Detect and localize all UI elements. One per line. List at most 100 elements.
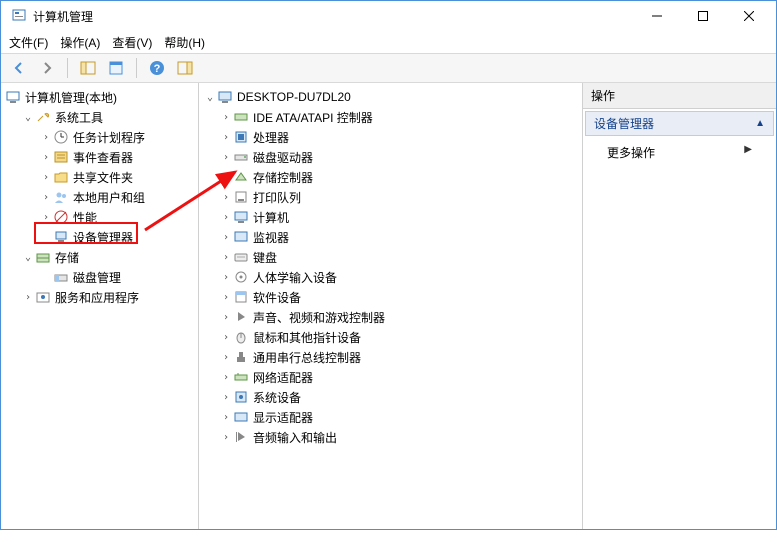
- device-category-label: 通用串行总线控制器: [253, 349, 361, 366]
- device-category[interactable]: ›人体学输入设备: [201, 267, 580, 287]
- tree-storage[interactable]: 存储: [55, 249, 79, 266]
- expand-icon[interactable]: ›: [219, 152, 233, 163]
- computer-mgmt-icon: [5, 89, 21, 105]
- tree-root[interactable]: 计算机管理(本地): [25, 89, 117, 106]
- expand-icon[interactable]: ›: [219, 112, 233, 123]
- expand-icon[interactable]: ›: [219, 372, 233, 383]
- device-category[interactable]: ›显示适配器: [201, 407, 580, 427]
- device-category[interactable]: › 软件设备: [201, 287, 580, 307]
- users-icon: [53, 189, 69, 205]
- task-scheduler-icon: [53, 129, 69, 145]
- minimize-button[interactable]: [634, 1, 680, 31]
- device-category-icon: [233, 349, 249, 365]
- expand-icon[interactable]: ›: [219, 132, 233, 143]
- tree-task-scheduler[interactable]: 任务计划程序: [73, 129, 145, 146]
- chevron-right-icon: ▶: [744, 144, 752, 155]
- tree-local-users[interactable]: 本地用户和组: [73, 189, 145, 206]
- expand-icon[interactable]: ›: [219, 212, 233, 223]
- forward-button[interactable]: [35, 56, 59, 80]
- menu-help[interactable]: 帮助(H): [164, 34, 205, 51]
- menu-file[interactable]: 文件(F): [9, 34, 48, 51]
- close-button[interactable]: [726, 1, 772, 31]
- expand-icon[interactable]: ›: [219, 192, 233, 203]
- expand-icon[interactable]: ›: [219, 172, 233, 183]
- properties-button[interactable]: [104, 56, 128, 80]
- device-category[interactable]: ›网络适配器: [201, 367, 580, 387]
- back-button[interactable]: [7, 56, 31, 80]
- device-category[interactable]: ›存储控制器: [201, 167, 580, 187]
- device-category-icon: [233, 209, 249, 225]
- disk-mgmt-icon: [53, 269, 69, 285]
- expand-icon[interactable]: ⌄: [21, 112, 35, 123]
- device-category[interactable]: › 通用串行总线控制器: [201, 347, 580, 367]
- device-category-icon: [233, 289, 249, 305]
- console-tree[interactable]: 计算机管理(本地) ⌄ 系统工具 › 任务计划程序 › 事件查看器 › 共享文件…: [1, 83, 199, 529]
- more-actions[interactable]: 更多操作 ▶: [583, 138, 776, 167]
- expand-icon[interactable]: ›: [219, 232, 233, 243]
- tree-performance[interactable]: 性能: [73, 209, 97, 226]
- device-category[interactable]: › IDE ATA/ATAPI 控制器: [201, 107, 580, 127]
- device-category-label: 系统设备: [253, 389, 301, 406]
- action-pane-button[interactable]: [173, 56, 197, 80]
- device-category-icon: [233, 169, 249, 185]
- tree-shared-folders[interactable]: 共享文件夹: [73, 169, 133, 186]
- maximize-button[interactable]: [680, 1, 726, 31]
- device-category-icon: [233, 109, 249, 125]
- expand-icon[interactable]: ›: [219, 252, 233, 263]
- expand-icon[interactable]: ›: [219, 332, 233, 343]
- device-category-icon: [233, 269, 249, 285]
- device-category[interactable]: › 音频输入和输出: [201, 427, 580, 447]
- actions-section[interactable]: 设备管理器 ▲: [585, 111, 774, 136]
- menu-action[interactable]: 操作(A): [60, 34, 100, 51]
- device-category[interactable]: › 处理器: [201, 127, 580, 147]
- device-category[interactable]: ›监视器: [201, 227, 580, 247]
- device-category[interactable]: › 键盘: [201, 247, 580, 267]
- menu-view[interactable]: 查看(V): [112, 34, 152, 51]
- device-category-label: 处理器: [253, 129, 289, 146]
- device-category[interactable]: › 系统设备: [201, 387, 580, 407]
- tree-system-tools[interactable]: 系统工具: [55, 109, 103, 126]
- expand-icon[interactable]: ›: [39, 152, 53, 163]
- device-category-label: 音频输入和输出: [253, 429, 337, 446]
- expand-icon[interactable]: ›: [219, 352, 233, 363]
- tree-disk-mgmt[interactable]: 磁盘管理: [73, 269, 121, 286]
- expand-icon[interactable]: ›: [219, 272, 233, 283]
- expand-icon[interactable]: ›: [219, 312, 233, 323]
- device-category-icon: [233, 409, 249, 425]
- device-tree[interactable]: ⌄ DESKTOP-DU7DL20 › IDE ATA/ATAPI 控制器 › 处理器…: [199, 83, 583, 529]
- expand-icon[interactable]: ›: [39, 172, 53, 183]
- window-title: 计算机管理: [33, 8, 634, 25]
- toolbar-separator: [136, 58, 137, 78]
- device-category[interactable]: ›计算机: [201, 207, 580, 227]
- app-icon: [11, 8, 27, 24]
- device-category-label: 软件设备: [253, 289, 301, 306]
- device-category-label: 打印队列: [253, 189, 301, 206]
- expand-icon[interactable]: ›: [39, 212, 53, 223]
- device-category-icon: [233, 389, 249, 405]
- expand-icon[interactable]: ›: [219, 292, 233, 303]
- expand-icon[interactable]: ›: [21, 292, 35, 303]
- expand-icon[interactable]: ›: [219, 392, 233, 403]
- expand-icon[interactable]: ›: [39, 192, 53, 203]
- help-button[interactable]: ?: [145, 56, 169, 80]
- device-category-label: IDE ATA/ATAPI 控制器: [253, 109, 373, 126]
- expand-icon[interactable]: ›: [39, 132, 53, 143]
- device-category-label: 磁盘驱动器: [253, 149, 313, 166]
- expand-icon[interactable]: ›: [219, 412, 233, 423]
- device-category[interactable]: ›鼠标和其他指针设备: [201, 327, 580, 347]
- show-hide-tree-button[interactable]: [76, 56, 100, 80]
- tree-event-viewer[interactable]: 事件查看器: [73, 149, 133, 166]
- expand-icon[interactable]: ⌄: [203, 92, 217, 103]
- tree-services[interactable]: 服务和应用程序: [55, 289, 139, 306]
- event-viewer-icon: [53, 149, 69, 165]
- device-root[interactable]: DESKTOP-DU7DL20: [237, 90, 351, 104]
- device-category-label: 键盘: [253, 249, 277, 266]
- expand-icon[interactable]: ⌄: [21, 252, 35, 263]
- device-category[interactable]: ›声音、视频和游戏控制器: [201, 307, 580, 327]
- collapse-icon[interactable]: ▲: [755, 118, 765, 129]
- device-category-icon: [233, 309, 249, 325]
- device-category[interactable]: › 磁盘驱动器: [201, 147, 580, 167]
- device-category[interactable]: › 打印队列: [201, 187, 580, 207]
- tree-device-manager[interactable]: 设备管理器: [73, 229, 133, 246]
- expand-icon[interactable]: ›: [219, 432, 233, 443]
